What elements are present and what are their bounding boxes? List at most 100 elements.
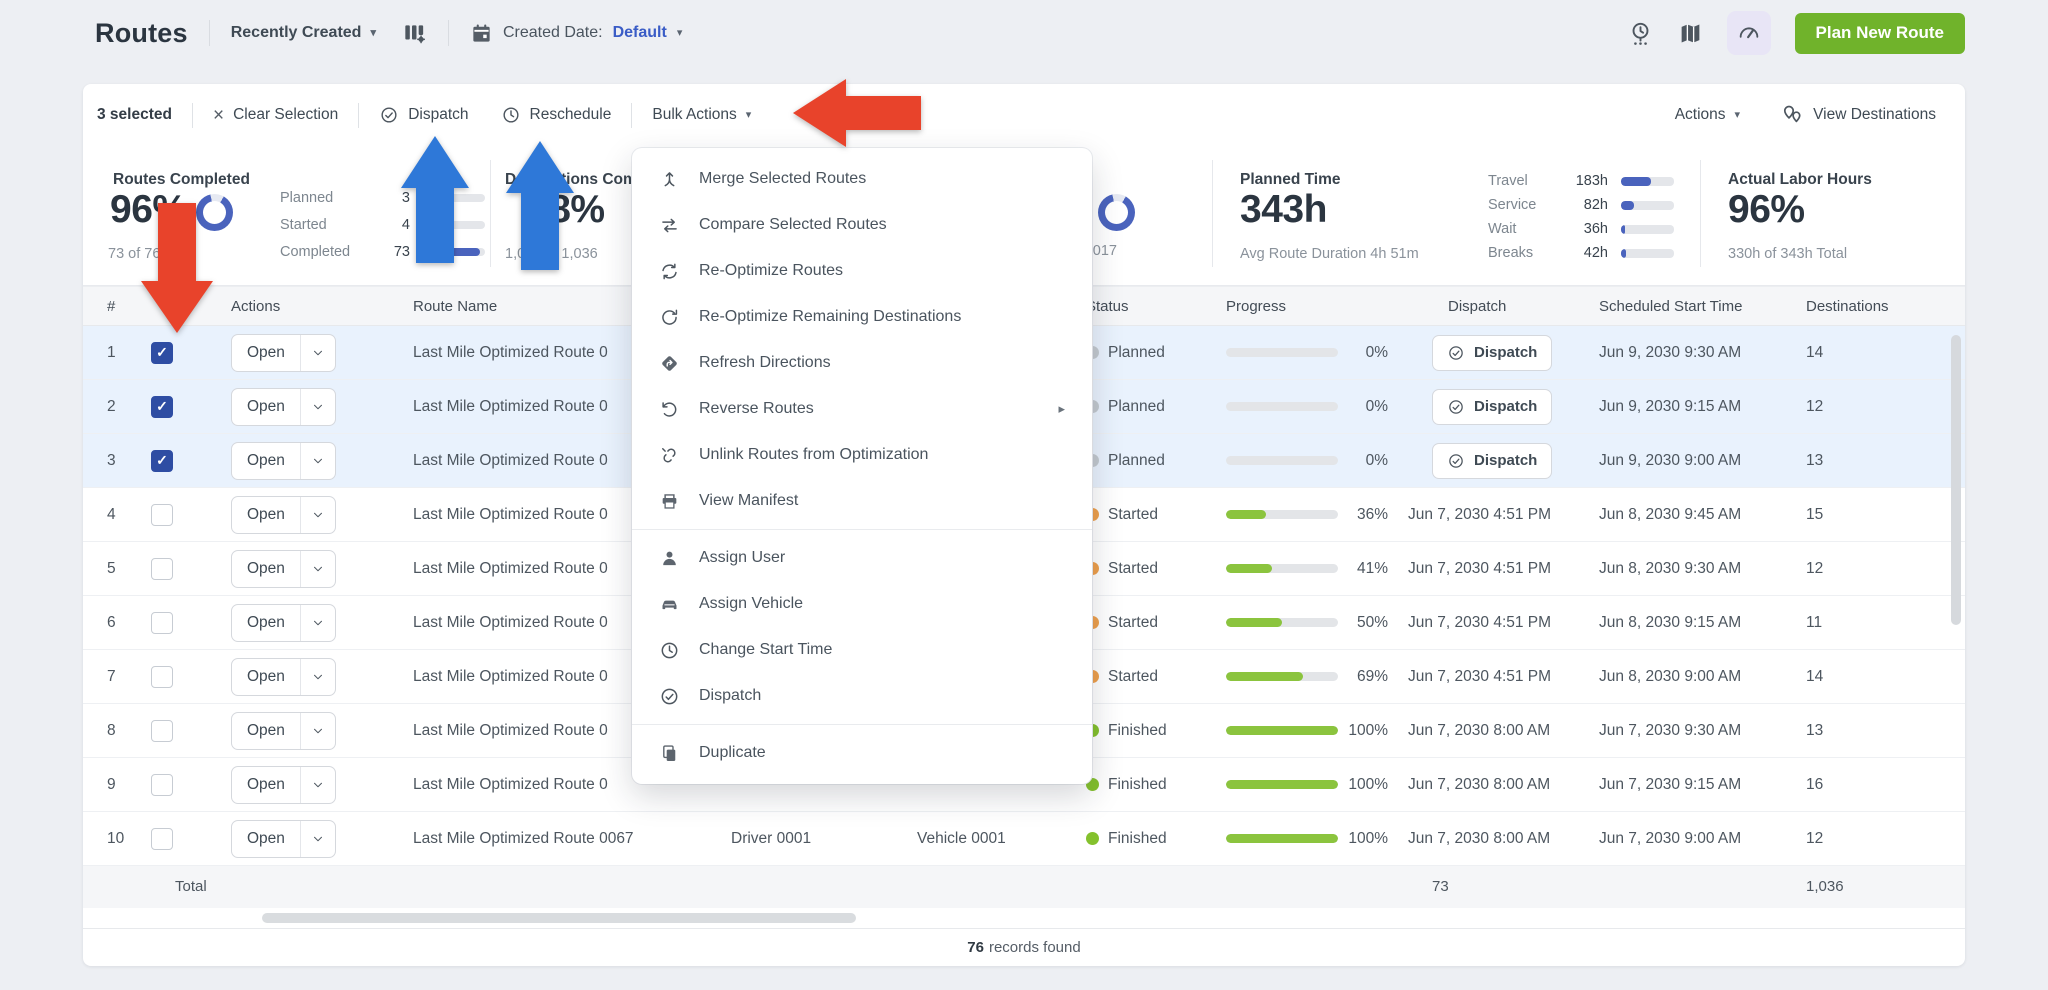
menu-item-unlink-routes[interactable]: Unlink Routes from Optimization [632,432,1092,478]
divider [1700,160,1701,267]
menu-item-view-manifest[interactable]: View Manifest [632,478,1092,524]
menu-item-duplicate[interactable]: Duplicate [632,730,1092,776]
open-route-dropdown[interactable] [300,335,335,371]
columns-settings-button[interactable] [402,21,427,46]
open-route-dropdown[interactable] [300,821,335,857]
check-circle-icon [1447,344,1465,362]
row-dispatch-button[interactable]: Dispatch [1432,443,1552,479]
sort-dropdown[interactable]: Recently Created ▾ [231,24,376,42]
open-route-dropdown[interactable] [300,605,335,641]
menu-item-merge-selected-routes[interactable]: Merge Selected Routes [632,156,1092,202]
mini-stat-row: Planned3 [280,190,485,206]
reoptimize-icon [659,261,680,282]
dashboard-toggle-button[interactable] [1727,11,1771,55]
status-label: Planned [1108,398,1165,416]
row-checkbox[interactable] [151,612,173,634]
progress-percent: 100% [1344,830,1388,848]
vertical-scrollbar-thumb[interactable] [1951,335,1961,625]
divider [1212,160,1213,267]
status-label: Started [1108,668,1158,686]
menu-item-compare-selected-routes[interactable]: Compare Selected Routes [632,202,1092,248]
route-driver: Driver 0001 [723,830,908,848]
menu-item-reoptimize-routes[interactable]: Re-Optimize Routes [632,248,1092,294]
row-dispatch-button[interactable]: Dispatch [1432,389,1552,425]
col-header-actions[interactable]: Actions [203,298,403,315]
created-date-filter[interactable]: Created Date: Default ▾ [470,22,682,45]
progress-percent: 100% [1344,722,1388,740]
divider [209,20,210,46]
col-header-progress[interactable]: Progress [1218,298,1388,315]
actions-dropdown[interactable]: Actions ▾ [1675,106,1740,124]
open-route-button[interactable]: Open [232,335,300,371]
check-circle-icon [659,686,680,707]
status-label: Started [1108,614,1158,632]
row-dispatch-button[interactable]: Dispatch [1432,335,1552,371]
open-route-button[interactable]: Open [232,605,300,641]
routes-completed-ring [196,194,233,231]
row-checkbox[interactable]: ✓ [151,396,173,418]
calendar-icon [470,22,493,45]
dispatch-toolbar-button[interactable]: Dispatch [379,105,468,125]
row-checkbox[interactable] [151,774,173,796]
col-header-num[interactable]: # [83,298,143,315]
open-route-dropdown[interactable] [300,443,335,479]
progress-percent: 0% [1344,452,1388,470]
horizontal-scrollbar-thumb[interactable] [262,913,856,923]
menu-item-refresh-directions[interactable]: Refresh Directions [632,340,1092,386]
bulk-actions-menu: Merge Selected Routes Compare Selected R… [632,148,1092,784]
vehicle-icon [659,594,680,615]
open-route-button[interactable]: Open [232,443,300,479]
progress-bar [1226,348,1338,357]
row-number: 3 [83,452,143,470]
col-header-scheduled[interactable]: Scheduled Start Time [1573,298,1773,315]
menu-item-change-start-time[interactable]: Change Start Time [632,627,1092,673]
plan-new-route-button[interactable]: Plan New Route [1795,13,1965,54]
open-route-button[interactable]: Open [232,713,300,749]
open-route-button[interactable]: Open [232,551,300,587]
scheduled-start-time: Jun 8, 2030 9:15 AM [1573,614,1773,632]
col-header-destinations[interactable]: Destinations [1773,298,1965,315]
row-checkbox[interactable] [151,504,173,526]
scheduled-start-time: Jun 9, 2030 9:30 AM [1573,344,1773,362]
created-date-label: Created Date: [503,24,603,42]
row-checkbox[interactable]: ✓ [151,342,173,364]
progress-bar [1226,456,1338,465]
row-checkbox[interactable] [151,558,173,580]
menu-item-assign-user[interactable]: Assign User [632,535,1092,581]
open-route-button[interactable]: Open [232,659,300,695]
stat-planned-time-subtext: Avg Route Duration 4h 51m [1240,246,1419,262]
menu-item-reverse-routes[interactable]: Reverse Routes ▸ [632,386,1092,432]
time-breakdown-row: Wait36h [1488,221,1674,237]
menu-item-dispatch[interactable]: Dispatch [632,673,1092,719]
open-route-button[interactable]: Open [232,767,300,803]
row-checkbox[interactable]: ✓ [151,450,173,472]
view-destinations-button[interactable]: View Destinations [1780,103,1936,127]
row-checkbox[interactable] [151,666,173,688]
menu-item-assign-vehicle[interactable]: Assign Vehicle [632,581,1092,627]
row-number: 6 [83,614,143,632]
open-route-dropdown[interactable] [300,713,335,749]
open-route-dropdown[interactable] [300,551,335,587]
history-button[interactable] [1627,20,1654,47]
total-label: Total [175,878,207,895]
open-route-button[interactable]: Open [232,389,300,425]
menu-item-reoptimize-remaining-destinations[interactable]: Re-Optimize Remaining Destinations [632,294,1092,340]
col-header-status[interactable]: Status [1078,298,1218,315]
col-header-dispatch[interactable]: Dispatch [1388,298,1573,315]
row-checkbox[interactable] [151,828,173,850]
open-route-button[interactable]: Open [232,821,300,857]
open-route-dropdown[interactable] [300,767,335,803]
open-route-dropdown[interactable] [300,497,335,533]
reverse-icon [659,399,680,420]
stat-destinations-subtext: 1,017 of 1,036 [505,246,598,262]
open-route-button[interactable]: Open [232,497,300,533]
route-name[interactable]: Last Mile Optimized Route 0067 [403,830,723,848]
clear-selection-button[interactable]: × Clear Selection [213,106,338,125]
bulk-actions-button[interactable]: Bulk Actions ▾ [652,106,751,124]
progress-bar [1226,510,1338,519]
reschedule-toolbar-button[interactable]: Reschedule [501,105,612,125]
row-checkbox[interactable] [151,720,173,742]
open-route-dropdown[interactable] [300,389,335,425]
open-route-dropdown[interactable] [300,659,335,695]
map-view-button[interactable] [1678,21,1703,46]
